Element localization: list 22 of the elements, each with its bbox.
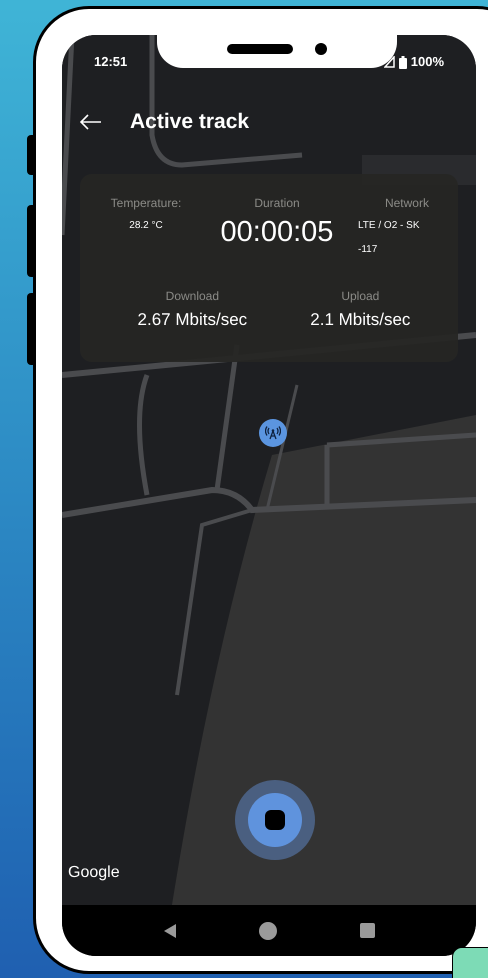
stat-value: 2.1 Mbits/sec	[310, 309, 410, 331]
stat-label: Temperature:	[110, 195, 182, 212]
stat-label: Duration	[254, 195, 300, 212]
stat-value: LTE / O2 - SK	[358, 219, 420, 233]
antenna-icon	[265, 426, 281, 440]
map-attribution: Google	[68, 863, 120, 883]
home-icon[interactable]	[259, 922, 278, 940]
stop-icon	[265, 810, 285, 830]
status-time: 12:51	[94, 53, 128, 72]
stat-label: Upload	[341, 288, 380, 305]
back-icon[interactable]	[163, 922, 178, 938]
screen-title: Active track	[130, 109, 250, 136]
recents-icon[interactable]	[360, 923, 375, 938]
stat-value: 28.2 °C	[129, 219, 163, 233]
battery-level: 100%	[410, 53, 444, 72]
stat-value: 2.67 Mbits/sec	[138, 309, 248, 331]
stat-label: Download	[166, 288, 220, 305]
duration-timer: 00:00:05	[220, 218, 334, 247]
speaker-slot	[227, 44, 293, 54]
stat-label: Network	[384, 195, 429, 212]
stat-value: -117	[358, 243, 378, 257]
back-icon[interactable]	[80, 114, 102, 130]
